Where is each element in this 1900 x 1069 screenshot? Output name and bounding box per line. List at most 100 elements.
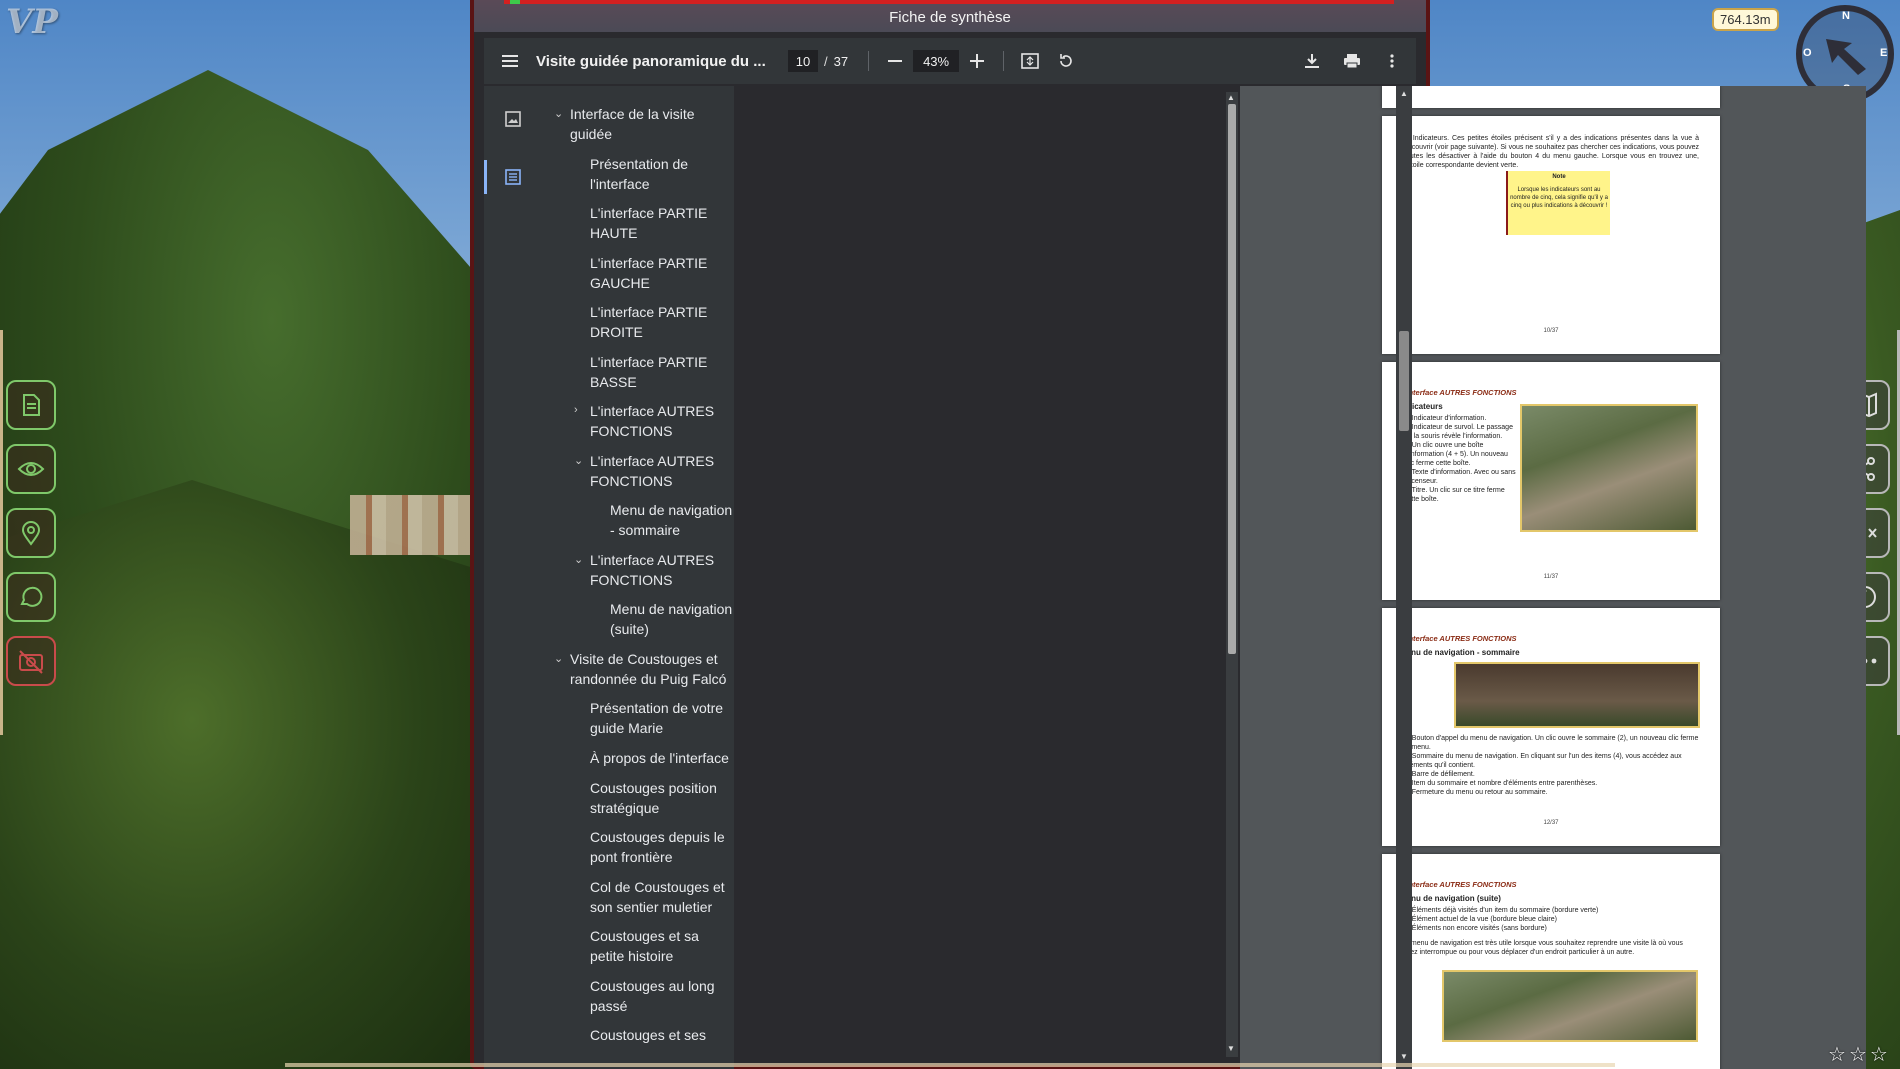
- hamburger-icon: [502, 55, 518, 67]
- outline-item-line: l'interface: [590, 175, 650, 192]
- outline-item-line: guide Marie: [590, 720, 664, 736]
- menu-button[interactable]: [492, 43, 528, 79]
- list-item: 1. Éléments déjà visités d'un item du so…: [1404, 907, 1599, 914]
- outline-item[interactable]: L'interface AUTRES FONCTIONS: [590, 401, 734, 441]
- scroll-up-arrow-icon[interactable]: ▲: [1227, 93, 1235, 102]
- camera-off-button[interactable]: [6, 636, 56, 686]
- scroll-down-arrow-icon[interactable]: ▼: [1227, 1044, 1235, 1053]
- outline-item[interactable]: Présentation de votre guide Marie: [590, 698, 734, 738]
- outline-item[interactable]: Col de Coustouges et son sentier muletier: [590, 877, 734, 917]
- outline-item[interactable]: Menu de navigation (suite): [610, 599, 734, 639]
- zoom-in-button[interactable]: [959, 43, 995, 79]
- scroll-down-arrow-icon[interactable]: ▼: [1400, 1052, 1408, 1061]
- pdf-page-10: 9. Indicateurs. Ces petites étoiles préc…: [1382, 116, 1720, 354]
- more-options-button[interactable]: [1374, 43, 1410, 79]
- thumbnails-button[interactable]: [500, 106, 526, 132]
- pdf-page-11: L'interface AUTRES FONCTIONS Indicateurs…: [1382, 362, 1720, 600]
- screenshot-image: [1520, 404, 1698, 532]
- outline-item-line: Coustouges au long: [590, 977, 715, 994]
- altitude-badge: 764.13m: [1712, 8, 1779, 31]
- outline-item-line: FONCTIONS: [590, 423, 673, 439]
- outline-item[interactable]: Menu de navigation - sommaire: [610, 500, 734, 540]
- outline-item-line: Menu de navigation: [610, 502, 733, 518]
- print-button[interactable]: [1334, 43, 1370, 79]
- outline-item-line: GAUCHE: [590, 274, 650, 291]
- outline-item[interactable]: Coustouges position stratégique: [590, 778, 734, 818]
- active-indicator: [484, 160, 487, 194]
- chevron-right-icon[interactable]: ›: [574, 404, 578, 416]
- outline-item-line: À propos de l'interface: [590, 749, 729, 766]
- outline-item[interactable]: L'interface PARTIE GAUCHE: [590, 253, 734, 293]
- note-box: Note Lorsque les indicateurs sont au nom…: [1506, 171, 1610, 235]
- outline-item[interactable]: Coustouges et ses: [590, 1025, 734, 1045]
- pdf-page-13: L'interface AUTRES FONCTIONS Menu de nav…: [1382, 854, 1720, 1069]
- outline-item-line: petite histoire: [590, 948, 674, 964]
- toolbar-divider: [1003, 51, 1005, 71]
- chevron-down-icon[interactable]: ⌄: [574, 553, 583, 566]
- list-item: 1. Indicateur d'information.: [1404, 415, 1487, 422]
- download-button[interactable]: [1294, 43, 1330, 79]
- outline-item-line: L'interface AUTRES: [590, 403, 715, 419]
- fit-page-button[interactable]: [1012, 43, 1048, 79]
- comments-button[interactable]: [6, 572, 56, 622]
- chevron-down-icon[interactable]: ⌄: [554, 652, 563, 665]
- rotate-button[interactable]: [1048, 43, 1084, 79]
- outline-item[interactable]: À propos de l'interface: [590, 748, 734, 768]
- chevron-down-icon[interactable]: ⌄: [574, 454, 583, 467]
- page-number: 12/37: [1543, 820, 1559, 826]
- outline-item-line: Interface de la visite: [570, 106, 695, 122]
- outline-item[interactable]: L'interface AUTRES FONCTIONS: [590, 550, 734, 590]
- title-progress-bar: [504, 0, 1394, 4]
- viewer-scrollbar[interactable]: ▲ ▼: [1396, 86, 1412, 1069]
- list-item: 2. Élément actuel de la vue (bordure ble…: [1404, 916, 1557, 923]
- list-item: 4. Item du sommaire et nombre d'éléments…: [1404, 780, 1598, 787]
- outline-item[interactable]: L'interface PARTIE BASSE: [590, 352, 734, 392]
- list-item: 5. Fermeture du menu ou retour au sommai…: [1404, 789, 1548, 796]
- zoom-input[interactable]: [913, 50, 960, 72]
- page-number-input[interactable]: [788, 50, 818, 72]
- document-button[interactable]: [6, 380, 56, 430]
- page-number: 11/37: [1543, 574, 1559, 580]
- list-item: 3. Éléments non encore visités (sans bor…: [1404, 925, 1547, 932]
- screenshot-image: [1442, 970, 1698, 1042]
- outline-button[interactable]: [500, 164, 526, 190]
- outline-item[interactable]: Coustouges au long passé: [590, 976, 734, 1016]
- viewer-scrollbar-thumb[interactable]: [1399, 331, 1409, 431]
- indicator-stars: ☆ ☆ ☆: [1828, 1042, 1888, 1067]
- document-icon: [23, 394, 40, 416]
- vertical-dots-icon: [1390, 54, 1394, 68]
- outline-item[interactable]: L'interface PARTIE HAUTE: [590, 203, 734, 243]
- pdf-window[interactable]: Fiche de synthèse Visite guidée panorami…: [470, 0, 1866, 1069]
- outline-item[interactable]: Coustouges et sa petite histoire: [590, 926, 734, 966]
- outline-item[interactable]: L'interface AUTRES FONCTIONS: [590, 451, 734, 491]
- star-icon: ☆: [1828, 1044, 1846, 1066]
- outline-item[interactable]: Présentation de l'interface: [590, 154, 734, 194]
- note-text: Lorsque les indicateurs sont au nombre d…: [1510, 187, 1608, 209]
- view-button[interactable]: [6, 444, 56, 494]
- outline-item-line: Présentation de: [590, 155, 689, 172]
- star-icon: ☆: [1848, 1044, 1867, 1066]
- location-button[interactable]: [6, 508, 56, 558]
- outline-item-line: L'interface PARTIE: [590, 205, 708, 221]
- page-number: 10/37: [1543, 328, 1559, 334]
- outline-item[interactable]: L'interface PARTIE DROITE: [590, 302, 734, 342]
- page-13-text: Ce menu de navigation est très utile lor…: [1400, 940, 1683, 956]
- map-pin-icon: [21, 521, 41, 546]
- minus-icon: [888, 60, 903, 62]
- list-item: 1. Bouton d'appel du menu de navigation.…: [1404, 735, 1699, 751]
- chevron-down-icon[interactable]: ⌄: [554, 107, 563, 120]
- pdf-sidebar: ⌄ Interface de la visite guidée Présentatio…: [484, 86, 734, 1069]
- outline-item[interactable]: Coustouges depuis le pont frontière: [590, 827, 734, 867]
- pdf-viewer[interactable]: 9. Indicateurs. Ces petites étoiles préc…: [1240, 86, 1866, 1069]
- list-item: 4. Texte d'information. Avec ou sans asc…: [1404, 469, 1516, 485]
- outline-item-line: Coustouges depuis le: [590, 829, 725, 845]
- camera-off-icon: [19, 650, 43, 674]
- outline-item[interactable]: Visite de Coustouges et randonnée du Puig…: [570, 649, 734, 689]
- scroll-up-arrow-icon[interactable]: ▲: [1400, 89, 1408, 98]
- zoom-out-button[interactable]: [877, 43, 913, 79]
- outline-scrollbar[interactable]: ▲ ▼: [1226, 92, 1238, 1057]
- page-section-title: Menu de navigation - sommaire: [1400, 648, 1520, 657]
- outline-item[interactable]: Interface de la visite guidée: [570, 104, 734, 144]
- outline-scrollbar-thumb[interactable]: [1228, 104, 1236, 654]
- page-13-list: 1. Éléments déjà visités d'un item du so…: [1404, 906, 1702, 933]
